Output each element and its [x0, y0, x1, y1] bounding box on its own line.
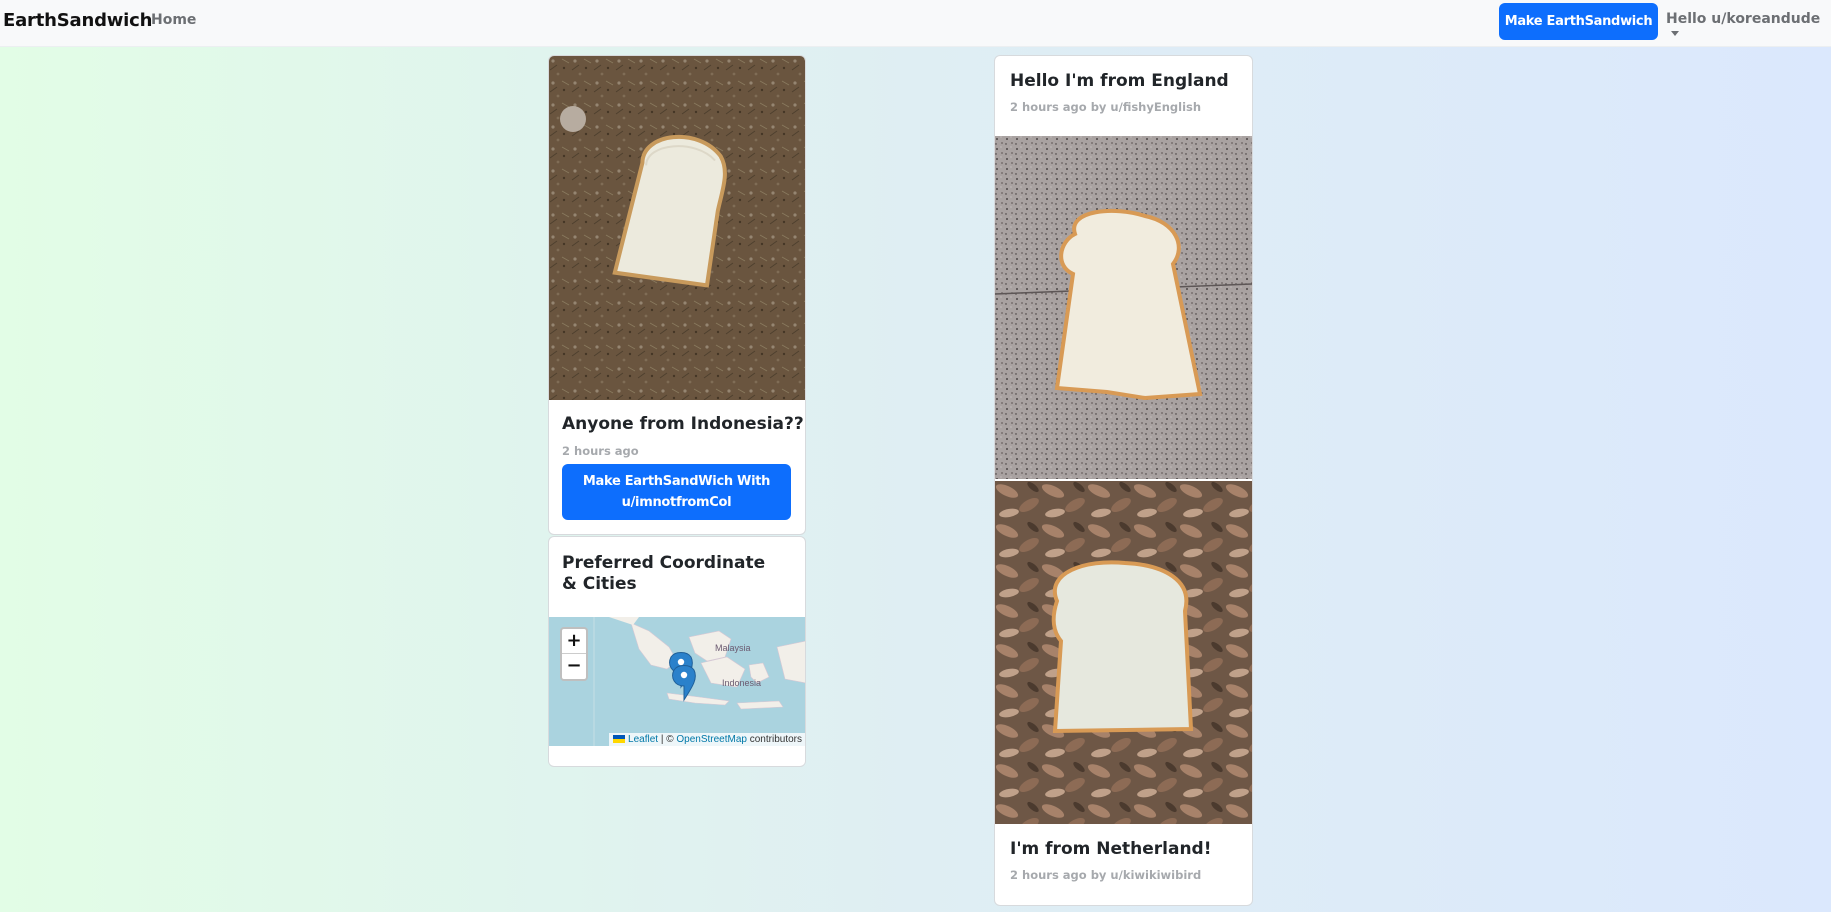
post-meta-england: 2 hours ago by u/fishyEnglish	[1010, 100, 1202, 114]
preferred-coordinates-title: Preferred Coordinate & Cities	[562, 553, 766, 594]
brand-logo[interactable]: EarthSandwich	[3, 10, 152, 31]
zoom-in-button[interactable]: +	[562, 629, 586, 654]
post-card-england-netherland: Hello I'm from England 2 hours ago by u/…	[994, 55, 1253, 906]
post-timestamp: 2 hours ago	[562, 444, 639, 458]
map-label-malaysia: Malaysia	[715, 643, 751, 653]
post-title-england: Hello I'm from England	[1010, 71, 1229, 91]
ukraine-flag-icon	[613, 735, 626, 743]
post-meta-netherland: 2 hours ago by u/kiwikiwibird	[1010, 868, 1202, 882]
user-menu-dropdown[interactable]: Hello u/koreandude	[1666, 11, 1831, 43]
zoom-control: + −	[560, 627, 588, 681]
map-attribution: Leaflet | © OpenStreetMap contributors	[609, 733, 805, 746]
make-earthsandwich-with-user-button[interactable]: Make EarthSandWich With u/imnotfromCol	[562, 464, 791, 520]
post-photo-bread-on-soil	[549, 56, 805, 400]
attribution-separator: | ©	[658, 734, 677, 745]
zoom-out-button[interactable]: −	[562, 654, 586, 679]
leaflet-link[interactable]: Leaflet	[628, 734, 658, 745]
location-map[interactable]: Malaysia Indonesia + − Leaflet | © OpenS…	[549, 617, 805, 746]
openstreetmap-link[interactable]: OpenStreetMap	[676, 734, 747, 745]
caret-down-icon	[1671, 31, 1679, 36]
post-card-indonesia: Anyone from Indonesia?? 2 hours ago Make…	[548, 55, 806, 535]
post-title-netherland: I'm from Netherland!	[1010, 839, 1212, 859]
post-title: Anyone from Indonesia??	[562, 414, 804, 434]
user-greeting: Hello u/koreandude	[1666, 11, 1821, 27]
post-photo-bread-on-granite	[995, 136, 1252, 479]
preferred-coordinates-card: Preferred Coordinate & Cities Malaysia I…	[548, 536, 806, 767]
make-earthsandwich-button[interactable]: Make EarthSandwich	[1499, 3, 1658, 40]
nav-home-link[interactable]: Home	[151, 12, 196, 28]
attribution-suffix: contributors	[746, 734, 802, 745]
post-photo-bread-on-leaves	[995, 481, 1252, 824]
navbar: EarthSandwich Home Make EarthSandwich He…	[0, 0, 1831, 47]
map-label-indonesia: Indonesia	[722, 678, 762, 688]
